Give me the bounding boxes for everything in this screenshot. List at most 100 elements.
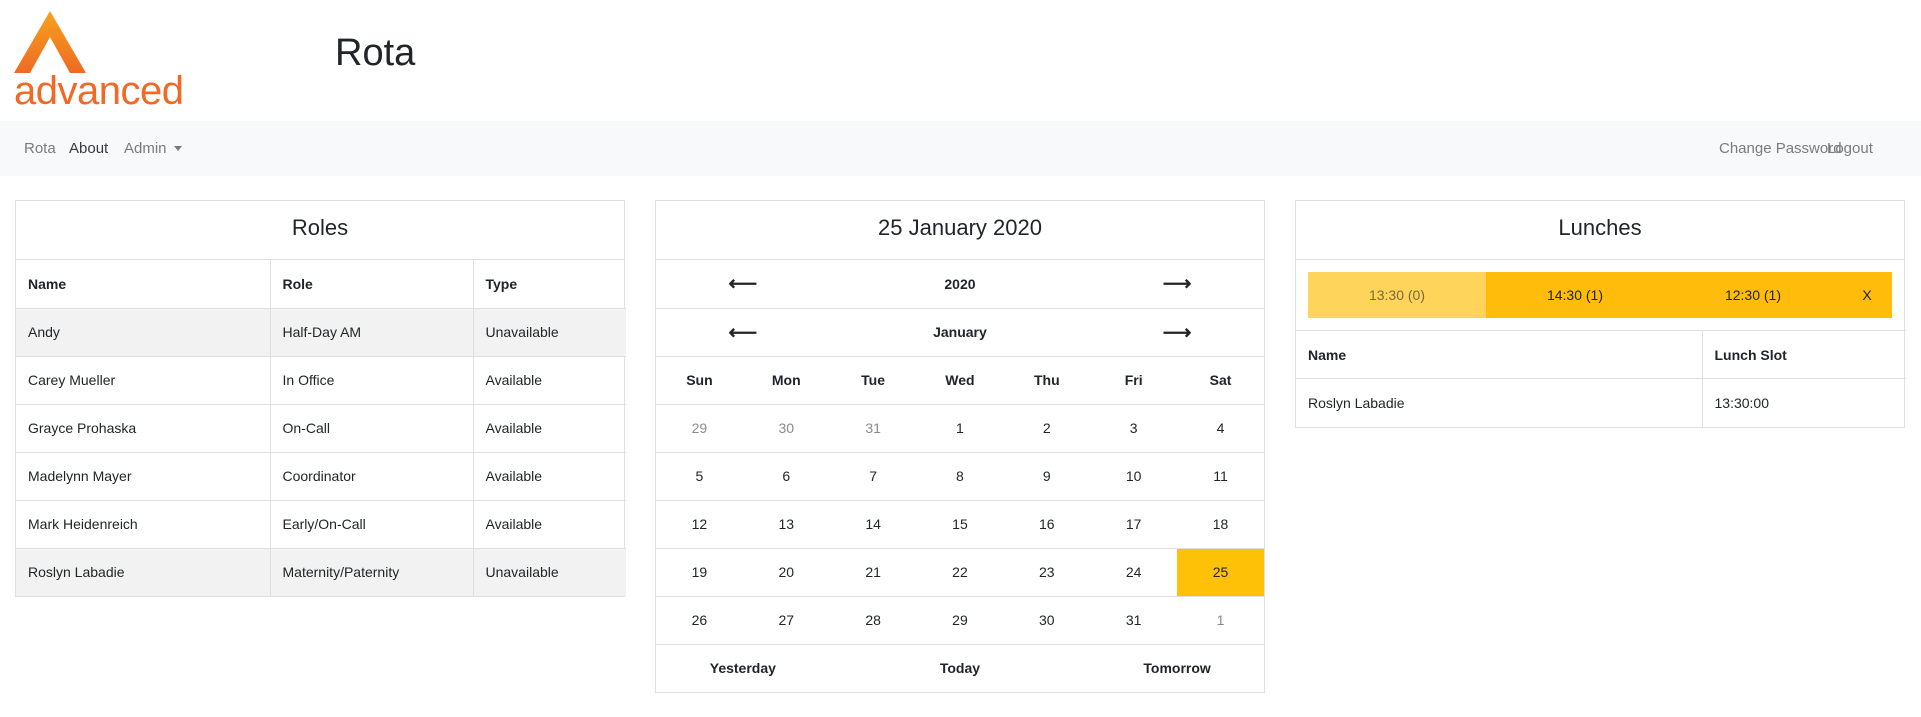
table-row[interactable]: Andy Half-Day AM Unavailable: [16, 307, 626, 356]
calendar-day[interactable]: 23: [1003, 547, 1091, 596]
calendar-day[interactable]: 13: [742, 499, 830, 548]
weekday-label: Thu: [1003, 355, 1091, 404]
calendar-day[interactable]: 1: [1177, 595, 1264, 644]
column-header-name: Name: [1296, 330, 1703, 379]
weekday-label: Tue: [829, 355, 917, 404]
next-month-arrow-icon[interactable]: ⟶: [1090, 307, 1264, 356]
month-nav-row: ⟵ January ⟶: [656, 307, 1264, 356]
nav-logout[interactable]: Logout: [1827, 121, 1873, 176]
column-header-role: Role: [270, 260, 474, 308]
cell-role: In Office: [270, 355, 474, 404]
tomorrow-button[interactable]: Tomorrow: [1090, 643, 1264, 692]
roles-header-row: Name Role Type: [16, 260, 626, 308]
calendar-title: 25 January 2020: [656, 201, 1264, 260]
table-row[interactable]: Mark Heidenreich Early/On-Call Available: [16, 499, 626, 548]
lunch-slot-1430[interactable]: 14:30 (1): [1486, 272, 1664, 318]
roles-title: Roles: [16, 201, 624, 260]
cell-name: Madelynn Mayer: [16, 451, 271, 500]
calendar-week-row: 19 20 21 22 23 24 25: [656, 547, 1264, 596]
calendar-day[interactable]: 31: [1090, 595, 1178, 644]
next-year-arrow-icon[interactable]: ⟶: [1090, 260, 1264, 308]
nav-admin-label: Admin: [124, 140, 167, 157]
calendar-day[interactable]: 2: [1003, 403, 1091, 452]
lunches-table: Name Lunch Slot Roslyn Labadie 13:30:00: [1296, 330, 1906, 427]
calendar-day[interactable]: 6: [742, 451, 830, 500]
calendar-day[interactable]: 18: [1177, 499, 1264, 548]
calendar-day[interactable]: 31: [829, 403, 917, 452]
roles-card: Roles Name Role Type Andy Half-Day AM Un…: [15, 200, 626, 597]
calendar-day[interactable]: 21: [829, 547, 917, 596]
calendar-day[interactable]: 29: [916, 595, 1004, 644]
chevron-down-icon: [173, 146, 182, 151]
calendar-day[interactable]: 22: [916, 547, 1004, 596]
calendar-day[interactable]: 15: [916, 499, 1004, 548]
calendar-day[interactable]: 27: [742, 595, 830, 644]
calendar-day[interactable]: 24: [1090, 547, 1178, 596]
cell-role: Half-Day AM: [270, 307, 474, 356]
nav-admin-dropdown[interactable]: Admin: [124, 121, 182, 176]
calendar-day[interactable]: 3: [1090, 403, 1178, 452]
table-row[interactable]: Roslyn Labadie 13:30:00: [1296, 378, 1906, 427]
calendar-day[interactable]: 17: [1090, 499, 1178, 548]
cell-role: Coordinator: [270, 451, 474, 500]
column-header-type: Type: [485, 275, 518, 292]
cell-type: Available: [473, 355, 626, 404]
calendar-day[interactable]: 14: [829, 499, 917, 548]
calendar-day[interactable]: 10: [1090, 451, 1178, 500]
advanced-logo[interactable]: advanced: [14, 11, 184, 113]
calendar-day-selected[interactable]: 25: [1177, 547, 1264, 596]
calendar-day[interactable]: 20: [742, 547, 830, 596]
calendar-table: ⟵ 2020 ⟶ ⟵ January ⟶ Sun Mon Tue Wed Thu…: [656, 260, 1264, 692]
calendar-day[interactable]: 8: [916, 451, 1004, 500]
cell-type: Unavailable: [473, 547, 626, 596]
nav-about[interactable]: About: [69, 121, 108, 176]
lunches-title: Lunches: [1296, 201, 1904, 260]
cell-name: Carey Mueller: [16, 355, 271, 404]
table-row[interactable]: Madelynn Mayer Coordinator Available: [16, 451, 626, 500]
weekday-label: Sat: [1177, 355, 1264, 404]
column-header-lunch-slot: Lunch Slot: [1702, 330, 1906, 379]
navbar: Rota About Admin Change Password Logout: [0, 121, 1921, 176]
calendar-day[interactable]: 5: [656, 451, 743, 500]
calendar-day[interactable]: 1: [916, 403, 1004, 452]
year-nav-row: ⟵ 2020 ⟶: [656, 260, 1264, 308]
calendar-day[interactable]: 7: [829, 451, 917, 500]
lunches-header-row: Name Lunch Slot: [1296, 330, 1906, 379]
month-label: January: [829, 307, 1091, 356]
calendar-day[interactable]: 29: [656, 403, 743, 452]
weekday-label: Mon: [742, 355, 830, 404]
nav-rota[interactable]: Rota: [24, 121, 56, 176]
lunch-slot-1230[interactable]: 12:30 (1): [1664, 272, 1842, 318]
page-title: Rota: [335, 32, 416, 74]
calendar-day[interactable]: 4: [1177, 403, 1264, 452]
cell-role: Maternity/Paternity: [270, 547, 474, 596]
cell-role: On-Call: [270, 403, 474, 452]
logo-text: advanced: [14, 69, 184, 113]
calendar-day[interactable]: 30: [1003, 595, 1091, 644]
prev-month-arrow-icon[interactable]: ⟵: [656, 307, 830, 356]
calendar-day[interactable]: 11: [1177, 451, 1264, 500]
lunch-slot-1330[interactable]: 13:30 (0): [1308, 272, 1486, 318]
logo-triangle-icon: [14, 11, 86, 73]
lunch-clear-button[interactable]: X: [1842, 272, 1892, 318]
nav-change-password[interactable]: Change Password: [1719, 121, 1842, 176]
today-button[interactable]: Today: [829, 643, 1091, 692]
roles-table: Name Role Type Andy Half-Day AM Unavaila…: [16, 260, 626, 596]
year-label: 2020: [944, 275, 976, 292]
calendar-day[interactable]: 12: [656, 499, 743, 548]
table-row[interactable]: Carey Mueller In Office Available: [16, 355, 626, 404]
prev-year-arrow-icon[interactable]: ⟵: [656, 260, 830, 308]
table-row[interactable]: Roslyn Labadie Maternity/Paternity Unava…: [16, 547, 626, 596]
calendar-day[interactable]: 9: [1003, 451, 1091, 500]
weekday-label: Wed: [916, 355, 1004, 404]
calendar-day[interactable]: 30: [742, 403, 830, 452]
cell-name: Mark Heidenreich: [16, 499, 271, 548]
cell-name: Roslyn Labadie: [1296, 378, 1703, 427]
calendar-day[interactable]: 16: [1003, 499, 1091, 548]
table-row[interactable]: Grayce Prohaska On-Call Available: [16, 403, 626, 452]
weekday-header-row: Sun Mon Tue Wed Thu Fri Sat: [656, 355, 1264, 404]
calendar-day[interactable]: 28: [829, 595, 917, 644]
calendar-day[interactable]: 19: [656, 547, 743, 596]
yesterday-button[interactable]: Yesterday: [656, 643, 830, 692]
calendar-day[interactable]: 26: [656, 595, 743, 644]
